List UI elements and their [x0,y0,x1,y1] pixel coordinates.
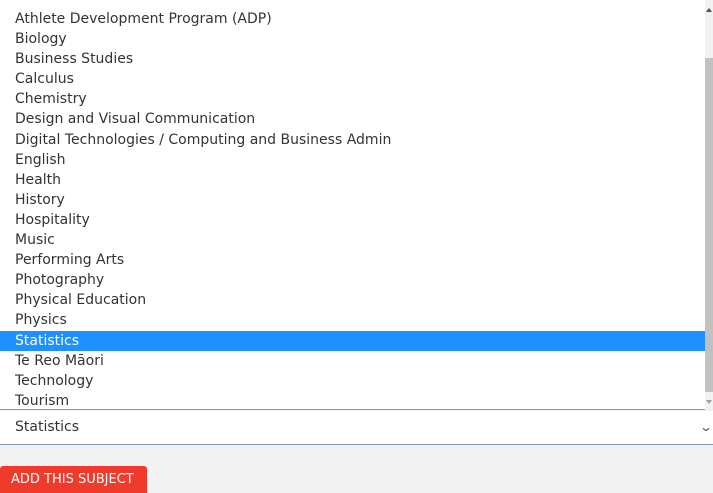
dropdown-option[interactable]: Hospitality [0,210,705,230]
dropdown-option[interactable]: Business Studies [0,49,705,69]
dropdown-option[interactable]: English [0,150,705,170]
scrollbar-thumb[interactable] [705,58,713,392]
subject-select-value: Statistics [15,419,79,435]
chevron-down-icon[interactable]: ⌄ [699,420,713,434]
dropdown-option[interactable]: Tourism [0,391,705,411]
dropdown-option[interactable]: Music [0,230,705,250]
dropdown-option[interactable]: Digital Technologies / Computing and Bus… [0,130,705,150]
dropdown-option[interactable]: Health [0,170,705,190]
dropdown-option[interactable]: Physics [0,310,705,330]
dropdown-option[interactable]: Statistics [0,330,705,351]
dropdown-option[interactable]: Biology [0,29,705,49]
dropdown-option[interactable]: Performing Arts [0,250,705,270]
dropdown-option[interactable]: Design and Visual Communication [0,109,705,129]
dropdown-option[interactable]: Physical Education [0,290,705,310]
dropdown-option[interactable]: Te Reo Māori [0,351,705,371]
dropdown-option[interactable]: Chemistry [0,89,705,109]
dropdown-option[interactable]: Photography [0,270,705,290]
dropdown-option[interactable]: Calculus [0,69,705,89]
subject-select[interactable]: Statistics ⌄ [0,411,713,445]
dropdown-option[interactable]: History [0,190,705,210]
scroll-up-icon[interactable] [706,8,712,12]
add-subject-button[interactable]: ADD THIS SUBJECT [0,466,147,493]
dropdown-scrollbar[interactable] [705,0,713,410]
subject-dropdown-list[interactable]: Athlete Development Program (ADP) Biology… [0,0,713,410]
dropdown-option[interactable]: Athlete Development Program (ADP) [0,9,705,29]
scroll-down-icon[interactable] [706,400,712,404]
dropdown-option[interactable]: Technology [0,371,705,391]
subject-options: Athlete Development Program (ADP) Biology… [0,9,705,411]
